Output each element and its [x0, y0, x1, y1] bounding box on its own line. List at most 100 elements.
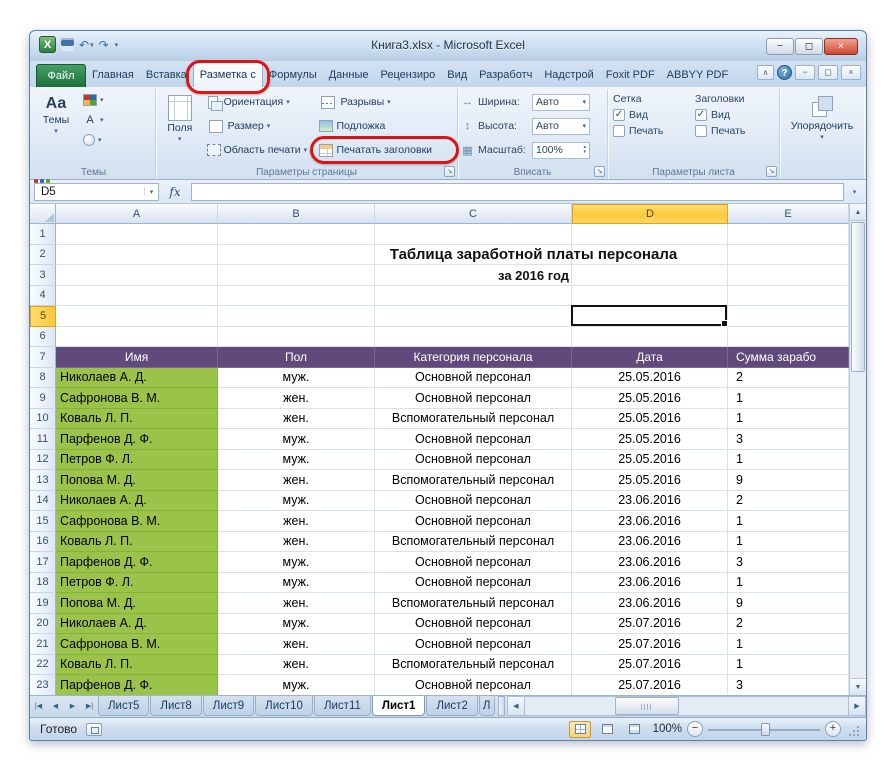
cell-B4[interactable] — [218, 285, 375, 306]
minimize-ribbon-icon[interactable]: ∧ — [757, 65, 774, 80]
resize-grip[interactable] — [846, 722, 860, 737]
cell-D22[interactable]: 25.07.2016 — [572, 654, 728, 675]
sheet-tab-лист10[interactable]: Лист10 — [255, 696, 313, 716]
cell-B16[interactable]: жен. — [218, 531, 375, 552]
cell-C12[interactable]: Основной персонал — [375, 449, 572, 470]
close-button[interactable]: × — [824, 38, 858, 55]
horizontal-scrollbar[interactable]: ◀ ▶ — [506, 696, 866, 716]
cell-A17[interactable]: Парфенов Д. Ф. — [56, 552, 218, 573]
cell-E23[interactable]: 3 — [728, 675, 849, 695]
cell-D9[interactable]: 25.05.2016 — [572, 388, 728, 409]
theme-colors-button[interactable]: ▾ — [79, 91, 108, 109]
row-header-5[interactable]: 5 — [30, 306, 56, 327]
ribbon-tab-abbyy-pdf[interactable]: ABBYY PDF — [661, 63, 735, 87]
cell-B13[interactable]: жен. — [218, 470, 375, 491]
gridlines-print-checkbox[interactable]: Печать — [611, 125, 691, 137]
cell-B15[interactable]: жен. — [218, 511, 375, 532]
cell-E9[interactable]: 1 — [728, 388, 849, 409]
undo-button[interactable]: ↶ ▾ — [79, 38, 94, 52]
cell-A8[interactable]: Николаев А. Д. — [56, 367, 218, 388]
cell-E20[interactable]: 2 — [728, 613, 849, 634]
sheet-tab-лист2[interactable]: Лист2 — [426, 696, 478, 716]
ribbon-tab-данные[interactable]: Данные — [323, 63, 375, 87]
cell-E19[interactable]: 9 — [728, 593, 849, 614]
cell-C6[interactable] — [375, 326, 572, 347]
row-header-22[interactable]: 22 — [30, 654, 56, 675]
zoom-slider[interactable] — [708, 722, 820, 737]
zoom-out-button[interactable]: − — [687, 721, 703, 737]
view-normal-button[interactable] — [569, 720, 591, 738]
cell-C19[interactable]: Вспомогательный персонал — [375, 593, 572, 614]
vertical-scroll-thumb[interactable] — [851, 222, 865, 372]
cell-A14[interactable]: Николаев А. Д. — [56, 490, 218, 511]
cell-A11[interactable]: Парфенов Д. Ф. — [56, 429, 218, 450]
scale-spinner[interactable]: ▴ ▾ — [583, 145, 586, 155]
cell-A1[interactable] — [56, 224, 218, 245]
cell-B7[interactable]: Пол — [218, 347, 375, 368]
cell-C1[interactable] — [375, 224, 572, 245]
cell-B19[interactable]: жен. — [218, 593, 375, 614]
redo-button[interactable]: ↷ — [99, 38, 109, 52]
formula-input[interactable] — [191, 182, 844, 201]
cell-B21[interactable]: жен. — [218, 634, 375, 655]
cell-B20[interactable]: муж. — [218, 613, 375, 634]
cell-C15[interactable]: Основной персонал — [375, 511, 572, 532]
headings-view-checkbox[interactable]: ✓ Вид — [693, 109, 773, 121]
headings-print-checkbox[interactable]: Печать — [693, 125, 773, 137]
width-select[interactable]: Авто ▾ — [532, 93, 590, 111]
row-header-2[interactable]: 2 — [30, 244, 56, 265]
cell-E6[interactable] — [728, 326, 849, 347]
height-select[interactable]: Авто ▾ — [532, 117, 590, 135]
cell-B12[interactable]: муж. — [218, 449, 375, 470]
row-header-10[interactable]: 10 — [30, 408, 56, 429]
cell-E7[interactable]: Сумма зарабо — [728, 347, 849, 368]
undo-dropdown-icon[interactable]: ▾ — [90, 41, 94, 49]
cell-A3[interactable] — [56, 265, 218, 286]
cell-C16[interactable]: Вспомогательный персонал — [375, 531, 572, 552]
cell-B18[interactable]: муж. — [218, 572, 375, 593]
cell-A16[interactable]: Коваль Л. П. — [56, 531, 218, 552]
cell-C8[interactable]: Основной персонал — [375, 367, 572, 388]
cell-B5[interactable] — [218, 306, 375, 327]
cell-A20[interactable]: Николаев А. Д. — [56, 613, 218, 634]
cell-A4[interactable] — [56, 285, 218, 306]
file-tab[interactable]: Файл — [36, 64, 86, 87]
name-box-arrow-icon[interactable]: ▾ — [144, 187, 158, 196]
cell-B1[interactable] — [218, 224, 375, 245]
cell-E17[interactable]: 3 — [728, 552, 849, 573]
cell-D13[interactable]: 25.05.2016 — [572, 470, 728, 491]
ribbon-tab-foxit-pdf[interactable]: Foxit PDF — [600, 63, 661, 87]
row-header-3[interactable]: 3 — [30, 265, 56, 286]
cell-C14[interactable]: Основной персонал — [375, 490, 572, 511]
ribbon-tab-разработч[interactable]: Разработч — [473, 63, 538, 87]
cell-D6[interactable] — [572, 326, 728, 347]
cell-A23[interactable]: Парфенов Д. Ф. — [56, 675, 218, 695]
ribbon-tab-надстрой[interactable]: Надстрой — [538, 63, 599, 87]
cell-D16[interactable]: 23.06.2016 — [572, 531, 728, 552]
zoom-slider-thumb[interactable] — [760, 722, 770, 736]
expand-formula-bar-icon[interactable]: ▾ — [847, 188, 862, 196]
sheet-tab-л[interactable]: Л — [478, 696, 495, 716]
name-box[interactable]: D5 ▾ — [34, 182, 159, 201]
cell-E21[interactable]: 1 — [728, 634, 849, 655]
select-all-corner[interactable] — [30, 204, 56, 224]
cell-D1[interactable] — [572, 224, 728, 245]
theme-effects-button[interactable]: ▾ — [79, 131, 108, 149]
excel-logo-icon[interactable]: X — [39, 36, 56, 53]
row-header-11[interactable]: 11 — [30, 429, 56, 450]
ribbon-tab-главная[interactable]: Главная — [86, 63, 140, 87]
view-page-layout-button[interactable] — [596, 721, 618, 738]
cell-E16[interactable]: 1 — [728, 531, 849, 552]
themes-button[interactable]: Аа Темы ▾ — [34, 91, 77, 183]
workbook-minimize-button[interactable]: − — [795, 65, 815, 80]
help-icon[interactable]: ? — [777, 65, 792, 80]
cell-C18[interactable]: Основной персонал — [375, 572, 572, 593]
sheet-tab-лист8[interactable]: Лист8 — [150, 696, 202, 716]
cell-D7[interactable]: Дата — [572, 347, 728, 368]
cell-C3[interactable] — [375, 265, 572, 286]
row-header-18[interactable]: 18 — [30, 572, 56, 593]
size-button[interactable]: Размер ▾ — [203, 115, 314, 137]
ribbon-tab-вид[interactable]: Вид — [441, 63, 473, 87]
ribbon-tab-рецензиро[interactable]: Рецензиро — [374, 63, 441, 87]
cell-B22[interactable]: жен. — [218, 654, 375, 675]
